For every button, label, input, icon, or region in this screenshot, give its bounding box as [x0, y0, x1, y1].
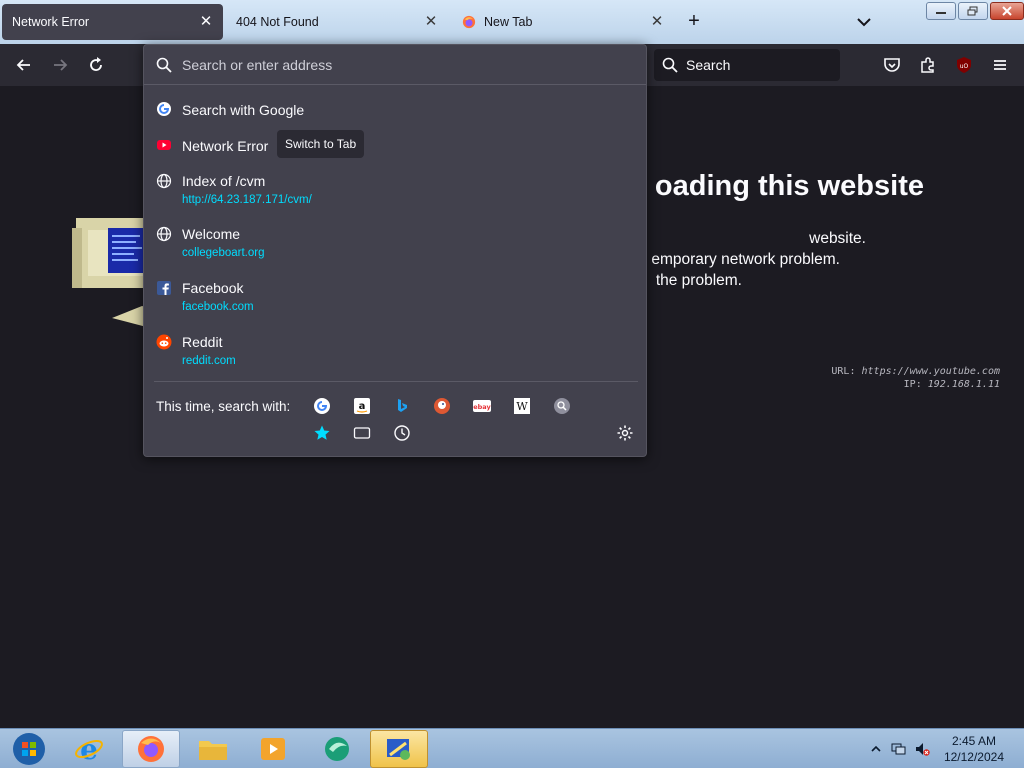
close-tab-icon[interactable]: ✕: [197, 13, 215, 31]
svg-text:uO: uO: [960, 63, 969, 70]
amazon-icon[interactable]: a: [353, 397, 371, 415]
result-title: Facebook: [182, 280, 244, 296]
minimize-button[interactable]: [926, 2, 956, 20]
bing-icon[interactable]: [393, 397, 411, 415]
result-facebook[interactable]: Facebook facebook.com: [144, 278, 646, 318]
tab-new-tab[interactable]: New Tab ✕: [452, 4, 674, 40]
volume-muted-icon[interactable]: [914, 741, 930, 757]
result-reddit[interactable]: Reddit reddit.com: [144, 332, 646, 372]
tab-label: New Tab: [484, 15, 533, 29]
taskbar-file-explorer[interactable]: [184, 730, 242, 768]
app-globe-icon: [325, 737, 349, 761]
globe-icon: [156, 173, 172, 189]
app-window-icon: [387, 739, 410, 760]
history-icon[interactable]: [393, 424, 411, 442]
result-title: Reddit: [182, 334, 223, 350]
svg-text:a: a: [359, 401, 366, 412]
result-welcome[interactable]: Welcome collegeboart.org: [144, 224, 646, 264]
window-controls: [926, 2, 1024, 20]
tab-label: Network Error: [12, 15, 90, 29]
result-title: Index of /cvm: [182, 173, 266, 189]
restore-icon: [967, 6, 978, 16]
diagnostic-url: URL: https://www.youtube.com: [831, 366, 1000, 377]
search-icon: [156, 57, 172, 73]
taskbar-active-app[interactable]: [370, 730, 428, 768]
clock-date: 12/12/2024: [943, 750, 1004, 764]
back-arrow-icon[interactable]: [14, 55, 34, 75]
close-tab-icon[interactable]: ✕: [648, 13, 666, 31]
diagnostic-ip: IP: 192.168.1.11: [903, 379, 1000, 390]
show-hidden-icons-chevron-icon[interactable]: [868, 741, 884, 757]
taskbar-internet-explorer[interactable]: e: [60, 730, 118, 768]
close-tab-icon[interactable]: ✕: [422, 13, 440, 31]
address-input[interactable]: [182, 56, 622, 73]
google-icon: [157, 102, 171, 116]
taskbar-app[interactable]: [308, 730, 366, 768]
wikipedia-icon[interactable]: W: [513, 397, 531, 415]
taskbar-media-player[interactable]: [244, 730, 302, 768]
result-url: http://64.23.187.171/cvm/: [182, 194, 312, 206]
extensions-puzzle-icon[interactable]: [918, 55, 938, 75]
bookmarks-star-icon[interactable]: [313, 424, 331, 442]
forward-arrow-icon[interactable]: [50, 55, 70, 75]
svg-text:e: e: [80, 734, 98, 764]
folder-icon: [199, 741, 227, 760]
tab-404-not-found[interactable]: 404 Not Found ✕: [226, 4, 448, 40]
network-icon[interactable]: [890, 741, 906, 757]
youtube-icon: [157, 140, 171, 150]
ublock-origin-icon[interactable]: uO: [954, 55, 974, 75]
tabs-icon[interactable]: [353, 424, 371, 442]
result-url: facebook.com: [182, 301, 254, 313]
result-network-error[interactable]: Network Error Switch to Tab: [144, 130, 646, 161]
reload-icon[interactable]: [86, 55, 106, 75]
firefox-icon: [462, 15, 476, 29]
result-title: Search with Google: [182, 102, 305, 118]
google-icon[interactable]: [313, 397, 331, 415]
list-all-tabs-chevron-icon[interactable]: [854, 12, 874, 32]
search-settings-gear-icon[interactable]: [616, 424, 634, 442]
duckduckgo-icon[interactable]: [433, 397, 451, 415]
search-engine-icon[interactable]: [553, 397, 571, 415]
menu-hamburger-icon[interactable]: [990, 55, 1010, 75]
media-player-icon: [261, 738, 285, 760]
windows-start-orb-icon: [13, 733, 45, 765]
tab-label: 404 Not Found: [236, 15, 319, 29]
search-bar-placeholder: Search: [686, 57, 731, 73]
restore-button[interactable]: [958, 2, 988, 20]
result-index-of-cvm[interactable]: Index of /cvm http://64.23.187.171/cvm/: [144, 171, 646, 211]
address-bar[interactable]: [144, 45, 646, 85]
switch-to-tab-badge: Switch to Tab: [277, 130, 365, 158]
close-window-button[interactable]: [990, 2, 1024, 20]
firefox-icon: [138, 736, 164, 762]
svg-text:ebay: ebay: [473, 403, 491, 411]
search-icon: [662, 57, 678, 73]
result-url: reddit.com: [182, 355, 236, 367]
results-divider: [154, 381, 638, 382]
taskbar-firefox[interactable]: [122, 730, 180, 768]
globe-icon: [156, 226, 172, 242]
result-title: Network Error: [182, 138, 269, 154]
result-title: Welcome: [182, 226, 241, 242]
internet-explorer-icon: e: [75, 734, 103, 764]
system-clock[interactable]: 2:45 AM 12/12/2024: [944, 733, 1004, 765]
svg-text:W: W: [516, 400, 528, 413]
tab-strip: Network Error ✕ 404 Not Found ✕ New Tab …: [0, 0, 1024, 44]
address-bar-dropdown: Search with Google Network Error Switch …: [143, 44, 647, 457]
facebook-icon: [157, 281, 171, 295]
pocket-icon[interactable]: [882, 55, 902, 75]
tab-network-error[interactable]: Network Error ✕: [2, 4, 223, 40]
search-bar[interactable]: Search: [654, 49, 840, 81]
close-icon: [1002, 6, 1012, 16]
minimize-icon: [936, 12, 946, 14]
ebay-icon[interactable]: ebay: [473, 397, 491, 415]
clock-time: 2:45 AM: [951, 734, 996, 748]
result-url: collegeboart.org: [182, 247, 265, 259]
reddit-icon: [156, 334, 172, 350]
new-tab-button[interactable]: +: [684, 11, 704, 32]
windows-taskbar: e 2:45 AM 12/12/2024: [0, 728, 1024, 768]
start-button[interactable]: [0, 730, 58, 768]
result-search-with-google[interactable]: Search with Google: [144, 97, 646, 125]
one-off-search-label: This time, search with:: [156, 399, 291, 414]
